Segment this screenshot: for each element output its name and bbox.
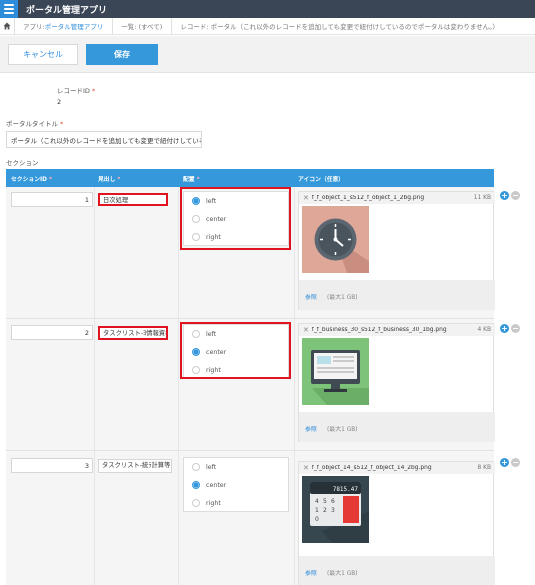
remove-row-icon[interactable]: − (511, 324, 520, 333)
radio-button[interactable] (192, 481, 200, 489)
add-row-icon[interactable]: + (500, 458, 509, 467)
breadcrumb-app[interactable]: アプリ: ポータル管理アプリ (15, 18, 114, 34)
table-row: 3 タスクリスト-統ﾗ計算等 left center right ✕ f_f_ob… (6, 451, 495, 585)
remove-file-icon[interactable]: ✕ (303, 464, 309, 472)
add-row-icon[interactable]: + (500, 191, 509, 200)
file-upload-box: ✕ f_f_object_1_s512_f_object_1_2bg.png 11 … (298, 191, 495, 310)
required-mark: * (91, 87, 96, 95)
remove-row-icon[interactable]: − (511, 191, 520, 200)
calculator-icon: 7815.47 4 5 6 1 2 3 0 (302, 476, 369, 543)
calculator-key: 1 (315, 507, 319, 514)
portal-title-input[interactable]: ポータル（これ以外のレコードを追加しても変更で紐付けしているの (6, 131, 202, 148)
file-size: 4 KB (477, 327, 491, 333)
file-size: 11 KB (473, 195, 491, 201)
file-name[interactable]: f_f_business_30_s512_f_business_30_1bg.p… (312, 327, 478, 333)
section-id-input[interactable]: 2 (11, 325, 93, 340)
heading-input[interactable]: タスクリスト-ﾖ情報資格 (98, 326, 168, 340)
radio-button[interactable] (192, 233, 200, 241)
max-size-text: (最大1 GB) (327, 427, 358, 433)
file-upload-box: ✕ f_f_business_30_s512_f_business_30_1bg.… (298, 323, 495, 442)
max-size-text: (最大1 GB) (327, 571, 358, 577)
col-layout: 配置 * (183, 177, 200, 183)
radio-button[interactable] (192, 197, 200, 205)
record-id-label: レコードID * (57, 87, 96, 95)
radio-center[interactable]: center (192, 481, 226, 489)
action-bar: キャンセル 保存 (0, 36, 535, 73)
browse-link[interactable]: 参照 (305, 292, 317, 301)
row-controls: + − (500, 191, 520, 200)
layout-radio-group: left center right (183, 191, 289, 246)
col-heading: 見出し * (98, 177, 121, 183)
file-footer: 参照 (最大1 GB) (299, 412, 495, 442)
radio-button[interactable] (192, 348, 200, 356)
file-header: ✕ f_f_business_30_s512_f_business_30_1bg.… (299, 324, 495, 336)
file-name[interactable]: f_f_object_14_s512_f_object_14_2bg.png (312, 465, 478, 471)
portal-title-label: ポータルタイトル * (6, 120, 64, 128)
radio-center[interactable]: center (192, 215, 226, 223)
file-footer: 参照 (最大1 GB) (299, 556, 495, 585)
col-section-id: セクションID * (11, 177, 53, 183)
calculator-key: 0 (315, 516, 319, 523)
required-mark: * (60, 120, 64, 128)
radio-button[interactable] (192, 330, 200, 338)
app-list-icon[interactable] (0, 0, 18, 18)
row-controls: + − (500, 458, 520, 467)
max-size-text: (最大1 GB) (327, 295, 358, 301)
calculator-key: 3 (331, 507, 335, 514)
calculator-key: 2 (323, 507, 327, 514)
remove-file-icon[interactable]: ✕ (303, 194, 309, 202)
section-id-input[interactable]: 1 (11, 192, 93, 207)
calculator-key: 5 (323, 498, 327, 505)
layout-radio-group: left center right (183, 457, 289, 512)
remove-row-icon[interactable]: − (511, 458, 520, 467)
calculator-key: 6 (331, 498, 335, 505)
app-header: ポータル管理アプリ (0, 0, 535, 18)
record-id-value: 2 (57, 98, 62, 106)
radio-right[interactable]: right (192, 233, 221, 241)
radio-right[interactable]: right (192, 499, 221, 507)
file-upload-box: ✕ f_f_object_14_s512_f_object_14_2bg.png 8… (298, 461, 495, 585)
file-header: ✕ f_f_object_1_s512_f_object_1_2bg.png 11 … (299, 192, 495, 204)
monitor-icon (302, 338, 369, 405)
section-label: セクション (6, 159, 39, 167)
heading-input[interactable]: 日次処理 (98, 193, 168, 206)
table-row: 1 日次処理 left center right ✕ f_f_object_1_s… (6, 187, 495, 319)
col-icon: アイコン（任意） (298, 177, 345, 183)
home-icon[interactable] (0, 18, 15, 34)
file-size: 8 KB (477, 465, 491, 471)
add-row-icon[interactable]: + (500, 324, 509, 333)
radio-button[interactable] (192, 366, 200, 374)
radio-left[interactable]: left (192, 463, 216, 471)
cancel-button[interactable]: キャンセル (8, 44, 78, 65)
radio-button[interactable] (192, 499, 200, 507)
radio-left[interactable]: left (192, 197, 216, 205)
radio-right[interactable]: right (192, 366, 221, 374)
clock-icon (302, 206, 369, 273)
radio-center[interactable]: center (192, 348, 226, 356)
table-row: 2 タスクリスト-ﾖ情報資格 left center right ✕ f_f_bu… (6, 319, 495, 451)
save-button[interactable]: 保存 (86, 44, 158, 65)
file-name[interactable]: f_f_object_1_s512_f_object_1_2bg.png (312, 195, 474, 201)
breadcrumb: アプリ: ポータル管理アプリ 一覧: (すべて) レコード: ポータル（これ以外… (0, 18, 535, 35)
row-controls: + − (500, 324, 520, 333)
radio-button[interactable] (192, 463, 200, 471)
radio-button[interactable] (192, 215, 200, 223)
breadcrumb-list[interactable]: 一覧: (すべて) (113, 18, 173, 34)
file-footer: 参照 (最大1 GB) (299, 280, 495, 310)
radio-left[interactable]: left (192, 330, 216, 338)
app-title: ポータル管理アプリ (26, 5, 108, 16)
breadcrumb-app-link[interactable]: ポータル管理アプリ (45, 21, 104, 31)
calculator-key: 4 (315, 498, 319, 505)
browse-link[interactable]: 参照 (305, 568, 317, 577)
breadcrumb-record: レコード: ポータル（これ以外のレコードを追加しても変更で紐付けしているのでポー… (180, 23, 499, 31)
heading-input[interactable]: タスクリスト-統ﾗ計算等 (98, 459, 172, 473)
remove-file-icon[interactable]: ✕ (303, 326, 309, 334)
browse-link[interactable]: 参照 (305, 424, 317, 433)
layout-radio-group: left center right (183, 324, 289, 379)
section-table-header: セクションID * 見出し * 配置 * アイコン（任意） (6, 169, 494, 187)
section-id-input[interactable]: 3 (11, 458, 93, 473)
file-header: ✕ f_f_object_14_s512_f_object_14_2bg.png 8… (299, 462, 495, 474)
calculator-display: 7815.47 (333, 486, 359, 493)
